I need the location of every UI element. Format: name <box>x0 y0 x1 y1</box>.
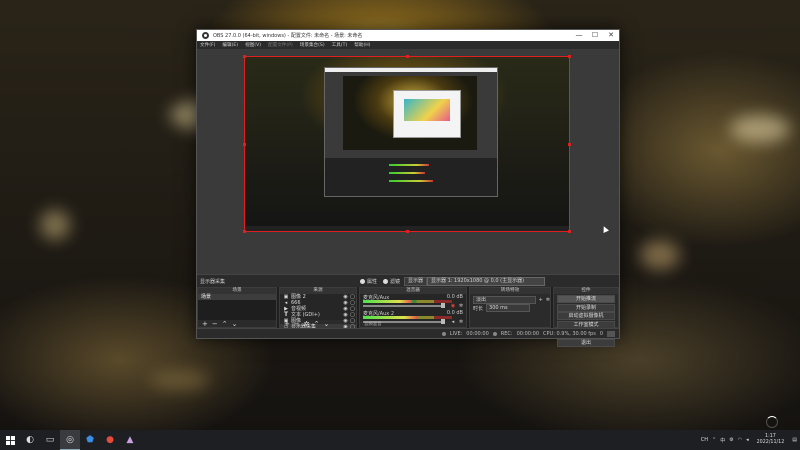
dock-area: 场景 场景 + − ⌃ ⌄ 来源 ▣ 图像 2 ◉ ▢ ◂ 666 ◉ ▢ ▶ … <box>197 287 619 347</box>
maximize-button[interactable]: ☐ <box>587 30 603 41</box>
source-selection-box[interactable] <box>244 56 570 232</box>
slider-knob[interactable] <box>441 303 445 308</box>
gear-icon[interactable]: ✲ <box>458 303 464 309</box>
gear-icon <box>359 278 365 284</box>
sources-dock: 来源 ▣ 图像 2 ◉ ▢ ◂ 666 ◉ ▢ ▶ 音视频 ◉ ▢ T 文本 (… <box>279 287 357 330</box>
resize-handle[interactable] <box>243 230 246 233</box>
menu-file[interactable]: 文件(F) <box>200 42 215 48</box>
display-label: 显示器 <box>403 276 427 286</box>
live-label: LIVE: <box>449 330 463 337</box>
current-source-label: 显示器采集 <box>200 278 226 285</box>
tray-misc[interactable]: CH <box>701 437 708 443</box>
resize-handle[interactable] <box>406 230 409 233</box>
mixer-footer-label: 音频混音 <box>364 322 382 327</box>
preview-area[interactable] <box>197 49 619 274</box>
resize-handle[interactable] <box>568 143 571 146</box>
move-down-button[interactable]: ⌄ <box>324 320 330 328</box>
add-transition-button[interactable]: + <box>539 297 543 303</box>
source-toolbar: 显示器采集 属性 滤镜 显示器 显示器 1: 1920x1080 @ 0,0 (… <box>197 274 619 287</box>
filter-icon <box>382 278 388 284</box>
input-method[interactable]: 中 <box>720 437 725 444</box>
rec-indicator-icon <box>492 331 497 336</box>
obs-logo-icon <box>202 32 209 39</box>
resize-handle[interactable] <box>406 55 409 58</box>
exit-button[interactable]: 退出 <box>557 338 615 347</box>
start-virtual-camera-button[interactable]: 启动虚拟摄像机 <box>557 312 615 321</box>
close-button[interactable]: ✕ <box>603 30 619 41</box>
live-time: 00:00:00 <box>466 330 489 337</box>
resize-handle[interactable] <box>243 143 246 146</box>
desktop-wallpaper-glow <box>640 240 680 270</box>
media-app-icon[interactable]: ● <box>100 430 120 450</box>
windows-taskbar: ◐ ▭ ◎ ⬟ ● ▲ CH ⌃ 中 ⚙ ◠ ◂ 1:17 2022/11/12… <box>0 430 800 450</box>
mixer-dock: 混音器 麦克风/Aux 0.0 dB ◉ ✲ 麦克风/Aux 2 0.0 dB … <box>359 287 467 328</box>
menu-profile: 配置文件(P) <box>268 43 293 48</box>
volume-icon[interactable]: ◂ <box>746 437 749 443</box>
input-settings-icon[interactable]: ⚙ <box>729 437 733 443</box>
cpu-fps: CPU: 0.9%, 30.00 fps <box>543 330 596 337</box>
remove-source-button[interactable]: − <box>294 320 300 328</box>
assistant-icon[interactable]: ◐ <box>20 430 40 450</box>
add-scene-button[interactable]: + <box>202 320 208 328</box>
scenes-dock: 场景 场景 + − ⌃ ⌄ <box>197 287 277 328</box>
file-explorer-icon[interactable]: ▭ <box>40 430 60 450</box>
volume-meter <box>363 300 452 303</box>
menu-scene-collection[interactable]: 场景集合(S) <box>300 42 325 48</box>
volume-slider[interactable] <box>363 303 445 308</box>
taskbar-clock[interactable]: 1:17 2022/11/12 <box>757 434 785 446</box>
rec-label: REC: <box>500 330 513 337</box>
display-select[interactable]: 显示器 1: 1920x1080 @ 0,0 (主显示器) <box>427 276 545 286</box>
duration-label: 时长 <box>473 305 484 312</box>
menu-bar: 文件(F) 编辑(E) 视图(V) 配置文件(P) 场景集合(S) 工具(T) … <box>197 41 619 49</box>
duration-input[interactable]: 300 ms <box>486 304 531 312</box>
desktop-wallpaper-glow <box>730 115 790 143</box>
menu-edit[interactable]: 编辑(E) <box>222 42 238 48</box>
add-source-button[interactable]: + <box>284 320 290 328</box>
volume-meter <box>363 316 452 319</box>
wifi-icon[interactable]: ◠ <box>738 437 742 443</box>
transitions-dock: 转场特效 淡出 + ✲ 时长 300 ms <box>469 287 551 328</box>
gear-icon[interactable]: ✲ <box>546 297 550 303</box>
chevron-up-icon[interactable]: ⌃ <box>712 437 716 443</box>
resize-handle[interactable] <box>568 55 571 58</box>
filters-button[interactable]: 滤镜 <box>382 278 400 285</box>
start-streaming-button[interactable]: 开始推流 <box>557 294 615 303</box>
move-up-button[interactable]: ⌃ <box>222 320 228 328</box>
notification-icon[interactable]: ▤ <box>792 437 797 443</box>
desktop-wallpaper-glow <box>40 210 70 240</box>
properties-button[interactable]: 属性 <box>359 278 377 285</box>
status-bar: LIVE: 00:00:00 REC: 00:00:00 CPU: 0.9%, … <box>197 328 619 338</box>
obs-window: OBS 27.0.0 (64-bit, windows) - 配置文件: 未命名… <box>196 29 620 347</box>
resize-handle[interactable] <box>568 230 571 233</box>
game-app-icon[interactable]: ▲ <box>120 430 140 450</box>
window-titlebar[interactable]: OBS 27.0.0 (64-bit, windows) - 配置文件: 未命名… <box>197 30 619 41</box>
obs-taskbar-icon[interactable]: ◎ <box>60 430 80 450</box>
menu-help[interactable]: 帮助(H) <box>354 42 370 48</box>
muted-speaker-icon[interactable]: ◉ <box>450 303 456 309</box>
windows-start-icon[interactable] <box>0 430 20 450</box>
desktop-wallpaper-glow <box>150 370 210 390</box>
transition-select[interactable]: 淡出 <box>473 296 536 304</box>
controls-dock: 控件 开始推流 开始录制 启动虚拟摄像机 工作室模式 设置 退出 <box>553 287 619 347</box>
source-properties-gear-icon[interactable]: ✲ <box>304 320 310 328</box>
menu-view[interactable]: 视图(V) <box>245 42 261 48</box>
network-status-icon <box>607 330 615 337</box>
mixer-track: 麦克风/Aux 0.0 dB ◉ ✲ <box>360 294 466 310</box>
window-title: OBS 27.0.0 (64-bit, windows) - 配置文件: 未命名… <box>213 33 363 39</box>
remove-scene-button[interactable]: − <box>212 320 218 328</box>
move-up-button[interactable]: ⌃ <box>314 320 320 328</box>
live-indicator-icon <box>441 331 446 336</box>
menu-tools[interactable]: 工具(T) <box>332 42 348 48</box>
resize-handle[interactable] <box>243 55 246 58</box>
security-shield-icon[interactable]: ⬟ <box>80 430 100 450</box>
system-tray: CH ⌃ 中 ⚙ ◠ ◂ 1:17 2022/11/12 ▤ <box>701 430 800 450</box>
start-recording-button[interactable]: 开始录制 <box>557 303 615 312</box>
scene-item[interactable]: 场景 <box>198 294 276 300</box>
loading-spinner-icon <box>766 416 778 428</box>
move-down-button[interactable]: ⌄ <box>232 320 238 328</box>
minimize-button[interactable]: — <box>571 30 587 41</box>
dropped-frames: 0 <box>599 330 603 337</box>
rec-time: 00:00:00 <box>516 330 540 337</box>
